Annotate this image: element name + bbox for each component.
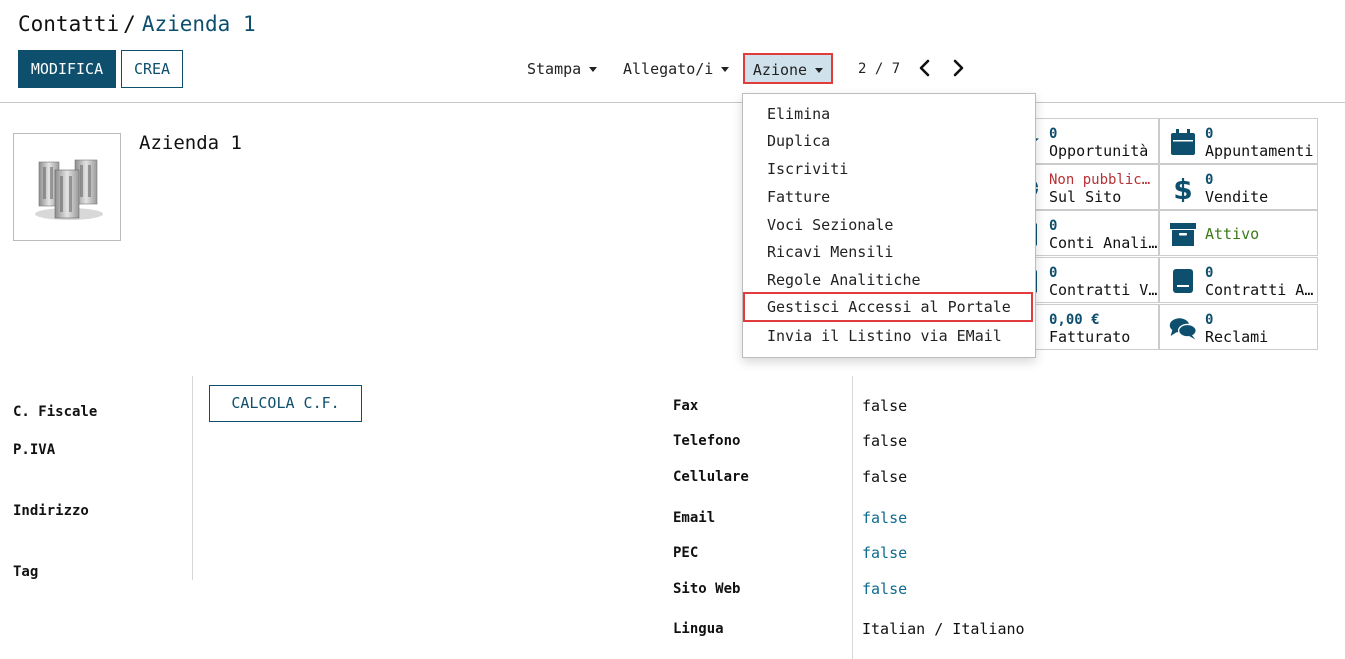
field-value-telefono: false <box>862 432 908 450</box>
action-label: Azione <box>752 61 808 79</box>
smart-value: 0 <box>1049 218 1058 234</box>
record-name: Azienda 1 <box>139 132 242 154</box>
pager-value: 2 / 7 <box>858 61 901 77</box>
smart-label: Conti Anali… <box>1049 234 1158 252</box>
field-label-lingua: Lingua <box>673 621 724 637</box>
dollar-icon: $ <box>1173 174 1192 202</box>
field-label-sito-web: Sito Web <box>673 581 741 597</box>
menu-item-invia-listino-email[interactable]: Invia il Listino via EMail <box>743 322 1035 350</box>
attachment-label: Allegato/i <box>623 60 714 78</box>
field-label-telefono: Telefono <box>673 433 741 449</box>
smart-value: 0 <box>1049 126 1058 142</box>
smart-button-vendite[interactable]: $ 0 Vendite <box>1159 164 1318 210</box>
smart-value: 0 <box>1049 265 1058 281</box>
field-separator <box>192 376 193 580</box>
smart-button-attivo[interactable]: Attivo <box>1159 210 1318 256</box>
svg-text:$: $ <box>1173 174 1192 202</box>
field-label-cellulare: Cellulare <box>673 469 749 485</box>
field-value-fax: false <box>862 397 908 415</box>
field-value-email[interactable]: false <box>862 509 907 527</box>
field-label-indirizzo: Indirizzo <box>13 503 89 519</box>
smart-button-appuntamenti[interactable]: 0 Appuntamenti <box>1159 118 1318 164</box>
comments-icon <box>1169 318 1197 340</box>
smart-label: Sul Sito <box>1049 188 1122 206</box>
field-label-email: Email <box>673 510 716 526</box>
print-label: Stampa <box>527 60 582 78</box>
field-value-sito-web[interactable]: false <box>862 580 907 598</box>
smart-value: 0 <box>1205 312 1214 328</box>
smart-label: Appuntamenti <box>1205 142 1314 160</box>
caret-down-icon <box>815 68 824 73</box>
caret-down-icon <box>589 67 598 72</box>
field-label-tag: Tag <box>13 564 39 580</box>
menu-item-duplica[interactable]: Duplica <box>743 127 1035 155</box>
caret-down-icon <box>721 67 730 72</box>
company-buildings-icon <box>35 159 103 220</box>
smart-value: Non pubblic… <box>1049 172 1151 188</box>
attachment-dropdown[interactable]: Allegato/i <box>623 51 730 87</box>
menu-item-ricavi-mensili[interactable]: Ricavi Mensili <box>743 238 1035 266</box>
field-label-cf: C. Fiscale <box>13 404 98 420</box>
smart-label: Attivo <box>1205 225 1260 243</box>
field-value-lingua: Italian / Italiano <box>862 620 1025 638</box>
smart-label: Contratti A… <box>1205 281 1314 299</box>
menu-item-fatture[interactable]: Fatture <box>743 183 1035 211</box>
menu-item-regole-analitiche[interactable]: Regole Analitiche <box>743 266 1035 294</box>
calculate-cf-button[interactable]: CALCOLA C.F. <box>209 385 362 422</box>
calendar-icon <box>1171 129 1195 155</box>
smart-label: Fatturato <box>1049 328 1131 346</box>
chevron-right-icon[interactable] <box>948 58 968 78</box>
field-label-pec: PEC <box>673 545 699 561</box>
breadcrumb-current: Azienda 1 <box>141 12 256 36</box>
menu-item-elimina[interactable]: Elimina <box>743 100 1035 128</box>
menu-item-gestisci-accessi-portale[interactable]: Gestisci Accessi al Portale <box>743 292 1033 322</box>
edit-button[interactable]: MODIFICA <box>18 50 116 88</box>
smart-label: Reclami <box>1205 328 1269 346</box>
smart-value: 0,00 € <box>1049 312 1100 328</box>
breadcrumb-parent[interactable]: Contatti <box>18 12 119 36</box>
print-dropdown[interactable]: Stampa <box>527 51 598 87</box>
archive-icon <box>1170 223 1196 246</box>
menu-item-iscriviti[interactable]: Iscriviti <box>743 155 1035 183</box>
smart-value: 0 <box>1205 265 1214 281</box>
avatar[interactable] <box>13 133 121 241</box>
smart-label: Opportunità <box>1049 142 1149 160</box>
smart-button-reclami[interactable]: 0 Reclami <box>1159 304 1318 350</box>
smart-button-contratti-a[interactable]: 0 Contratti A… <box>1159 257 1318 303</box>
create-button[interactable]: CREA <box>121 50 183 88</box>
field-value-pec[interactable]: false <box>862 544 907 562</box>
breadcrumb: Contatti / Azienda 1 <box>18 12 256 36</box>
smart-label: Vendite <box>1205 188 1269 206</box>
chevron-left-icon[interactable] <box>915 58 935 78</box>
action-dropdown[interactable]: Azione <box>743 53 833 84</box>
menu-item-voci-sezionale[interactable]: Voci Sezionale <box>743 211 1035 239</box>
control-panel-divider <box>0 102 1345 103</box>
smart-label: Contratti V… <box>1049 281 1158 299</box>
field-label-fax: Fax <box>673 398 699 414</box>
book-icon <box>1173 269 1193 293</box>
field-separator <box>852 376 853 659</box>
field-value-cellulare: false <box>862 468 908 486</box>
field-label-piva: P.IVA <box>13 442 56 458</box>
action-dropdown-menu: Elimina Duplica Iscriviti Fatture Voci S… <box>742 93 1036 358</box>
smart-value: 0 <box>1205 126 1214 142</box>
breadcrumb-separator: / <box>123 12 136 36</box>
smart-value: 0 <box>1205 172 1214 188</box>
